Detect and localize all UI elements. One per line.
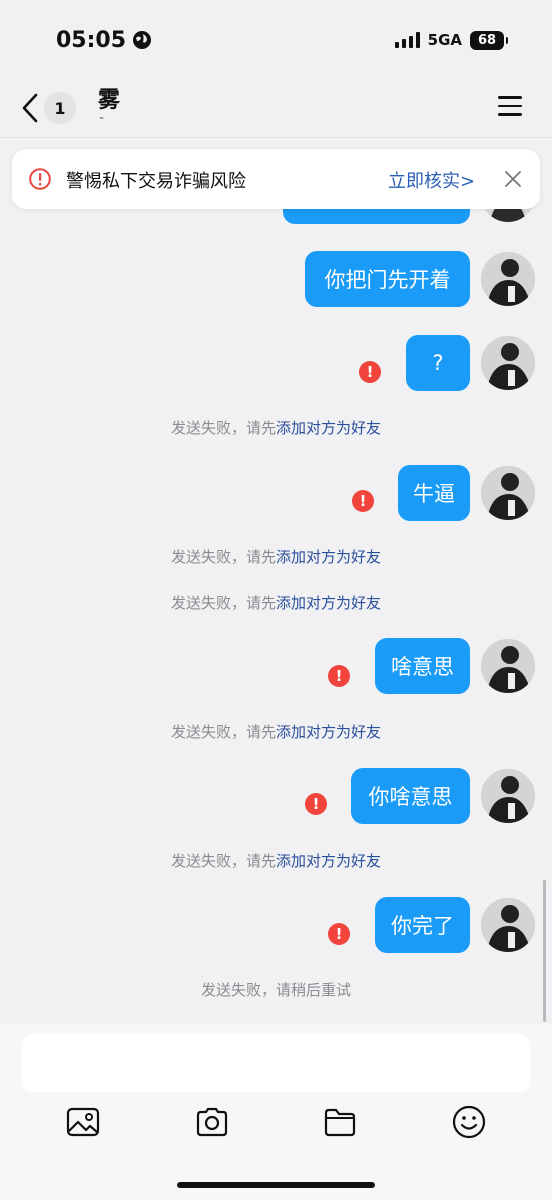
folder-icon[interactable] [322,1104,358,1140]
message-bubble[interactable]: 你把门先开着 [305,251,470,307]
battery-level: 68 [477,32,497,48]
chat-subtitle: - [99,110,105,126]
warning-icon [29,168,51,190]
scrollbar[interactable] [543,880,546,1022]
send-failed-icon[interactable]: ! [328,665,350,687]
avatar[interactable] [481,898,535,952]
close-icon[interactable] [504,170,522,188]
message-text: 你把门先开着 [324,268,451,292]
send-failed-note: 发送失败，请先添加对方为好友 [0,417,552,438]
send-failed-icon[interactable]: ! [305,793,327,815]
send-failed-icon[interactable]: ! [359,361,381,383]
avatar[interactable] [481,252,535,306]
note-text: 发送失败，请先 [170,548,276,566]
send-failed-note: 发送失败，请先添加对方为好友 [0,546,552,567]
back-arrow-icon[interactable] [16,92,44,124]
image-icon[interactable] [65,1104,101,1140]
avatar[interactable] [481,336,535,390]
send-failed-icon[interactable]: ! [328,923,350,945]
add-friend-link[interactable]: 添加对方为好友 [276,594,381,612]
message-text: 牛逼 [413,482,455,506]
menu-icon[interactable] [498,96,522,118]
avatar[interactable] [481,769,535,823]
camera-icon[interactable] [194,1104,230,1140]
message-bubble[interactable]: ? [406,335,470,391]
message-bubble[interactable]: 啥意思 [375,638,470,694]
globe-icon [133,31,152,49]
status-time: 05:05 [56,28,152,53]
add-friend-link[interactable]: 添加对方为好友 [276,548,381,566]
avatar[interactable] [481,466,535,520]
message-list[interactable]: 你把门先开着 ! ? 发送失败，请先添加对方为好友 ! 牛逼 发送失败，请先添加… [0,138,552,1024]
warning-text: 警惕私下交易诈骗风险 [66,171,246,192]
battery-icon: 68 [470,30,508,50]
send-failed-note: 发送失败，请先添加对方为好友 [0,592,552,613]
note-text: 发送失败，请先 [170,594,276,612]
add-friend-link[interactable]: 添加对方为好友 [276,852,381,870]
clock-text: 05:05 [56,27,127,53]
note-text: 发送失败，请先 [170,852,276,870]
message-bubble[interactable]: 你啥意思 [351,768,470,824]
emoji-icon[interactable] [451,1104,487,1140]
message-text: 你完了 [391,914,454,938]
message-bubble[interactable]: 你完了 [375,897,470,953]
signal-icon [394,32,420,48]
send-failed-note: 发送失败，请先添加对方为好友 [0,721,552,742]
verify-now-link[interactable]: 立即核实> [388,167,475,193]
message-bubble[interactable]: 牛逼 [398,465,470,521]
note-text: 发送失败，请稍后重试 [200,981,351,999]
retry-note: 发送失败，请稍后重试 [0,979,552,1000]
unread-count-badge[interactable]: 1 [44,92,76,124]
avatar[interactable] [481,639,535,693]
scam-warning-banner: 警惕私下交易诈骗风险 立即核实> [12,149,540,209]
note-text: 发送失败，请先 [170,419,276,437]
note-text: 发送失败，请先 [170,723,276,741]
send-failed-note: 发送失败，请先添加对方为好友 [0,850,552,871]
chat-header: 1 雾 - [0,80,552,138]
home-indicator[interactable] [177,1182,375,1188]
input-panel [0,1024,552,1200]
message-text: 啥意思 [391,655,454,679]
message-text: ? [432,351,444,375]
message-input[interactable] [22,1034,530,1092]
message-text: 你啥意思 [368,785,453,809]
status-indicators: 5GA 68 [394,30,508,50]
add-friend-link[interactable]: 添加对方为好友 [276,419,381,437]
network-label: 5GA [427,31,462,49]
send-failed-icon[interactable]: ! [352,490,374,512]
unread-count: 1 [54,98,66,118]
add-friend-link[interactable]: 添加对方为好友 [276,723,381,741]
status-bar: 05:05 5GA 68 [0,0,552,80]
